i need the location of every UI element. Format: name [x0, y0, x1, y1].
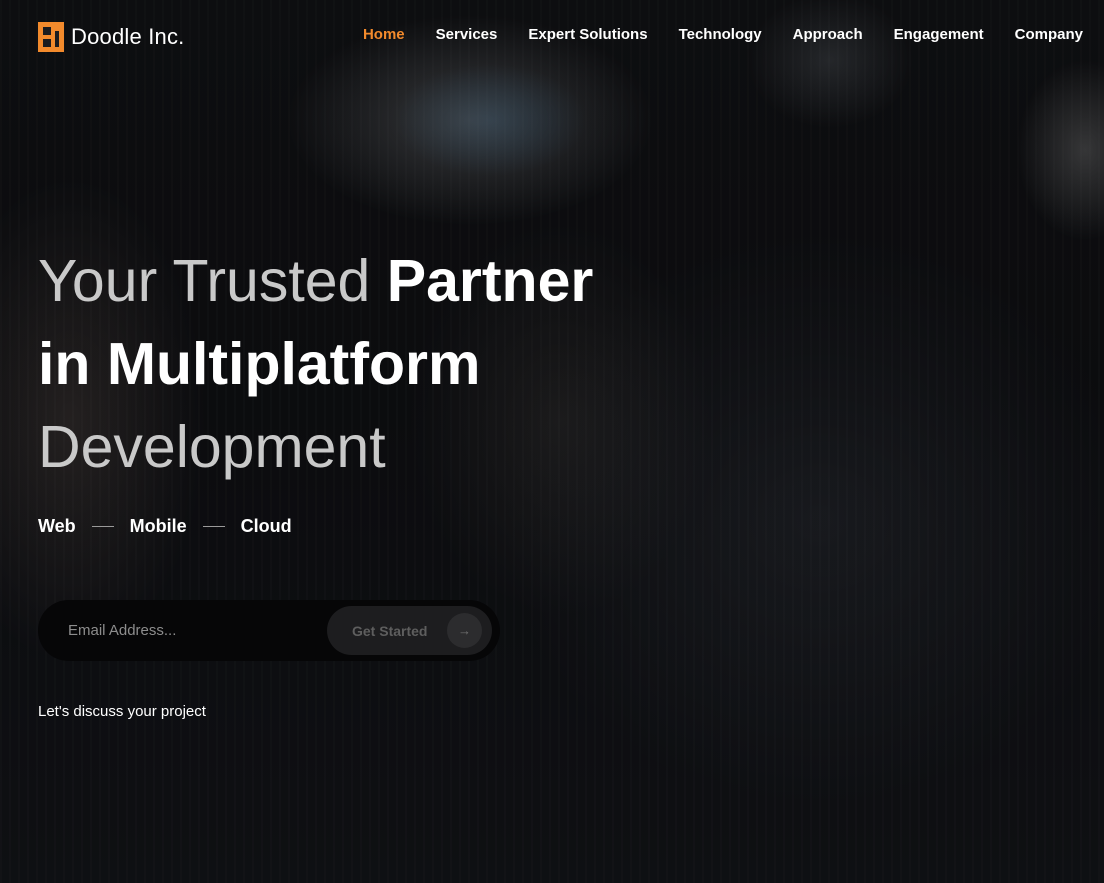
platform-cloud: Cloud — [240, 516, 292, 536]
get-started-button[interactable]: Get Started → — [327, 606, 492, 655]
platform-web: Web — [38, 516, 76, 536]
doodle-logo-icon — [38, 22, 64, 52]
brand-name: Doodle Inc. — [71, 24, 185, 49]
nav-item-technology[interactable]: Technology — [679, 26, 762, 43]
platform-list: Web Mobile Cloud — [38, 516, 292, 537]
platform-divider — [202, 526, 225, 527]
nav-item-company[interactable]: Company — [1015, 26, 1083, 43]
nav-item-services[interactable]: Services — [436, 26, 498, 43]
nav-item-approach[interactable]: Approach — [793, 26, 863, 43]
main-nav: Home Services Expert Solutions Technolog… — [363, 26, 1083, 43]
nav-item-engagement[interactable]: Engagement — [894, 26, 984, 43]
headline-line1-bold: Partner — [386, 248, 594, 314]
arrow-right-icon: → — [447, 613, 482, 648]
email-input[interactable] — [68, 600, 328, 661]
hero-headline: Your Trusted Partner in Multiplatform De… — [38, 240, 593, 489]
site-header: Doodle Inc. Home Services Expert Solutio… — [0, 0, 1104, 72]
headline-line1-light: Your Trusted — [38, 248, 387, 314]
get-started-label: Get Started — [352, 622, 428, 639]
brand-logo[interactable]: Doodle Inc. — [38, 22, 185, 52]
headline-line2-bold: in Multiplatform — [38, 331, 481, 397]
nav-item-expert-solutions[interactable]: Expert Solutions — [528, 26, 647, 43]
discuss-project-link[interactable]: Let's discuss your project — [38, 703, 206, 720]
platform-divider — [91, 526, 114, 527]
headline-line3-light: Development — [38, 414, 386, 480]
hero-section: Your Trusted Partner in Multiplatform De… — [38, 240, 593, 489]
platform-mobile: Mobile — [129, 516, 187, 536]
email-signup-form: Get Started → — [38, 600, 500, 661]
nav-item-home[interactable]: Home — [363, 26, 405, 43]
